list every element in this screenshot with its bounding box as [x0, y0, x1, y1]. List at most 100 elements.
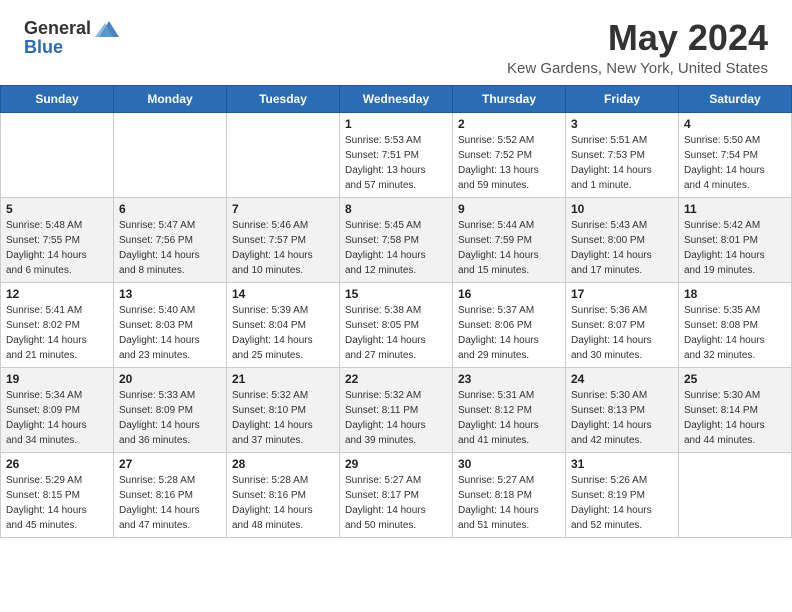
day-info: Sunrise: 5:29 AMSunset: 8:15 PMDaylight:…: [6, 473, 108, 533]
calendar-cell: 6 Sunrise: 5:47 AMSunset: 7:56 PMDaylight…: [114, 197, 227, 282]
calendar-week-5: 26 Sunrise: 5:29 AMSunset: 8:15 PMDayligh…: [1, 452, 792, 537]
calendar-cell: 22 Sunrise: 5:32 AMSunset: 8:11 PMDayligh…: [340, 367, 453, 452]
day-number: 31: [571, 457, 673, 471]
calendar-week-3: 12 Sunrise: 5:41 AMSunset: 8:02 PMDayligh…: [1, 282, 792, 367]
day-header-friday: Friday: [566, 85, 679, 112]
day-info: Sunrise: 5:47 AMSunset: 7:56 PMDaylight:…: [119, 218, 221, 278]
day-number: 8: [345, 202, 447, 216]
logo-icon: [95, 19, 119, 39]
day-info: Sunrise: 5:39 AMSunset: 8:04 PMDaylight:…: [232, 303, 334, 363]
day-number: 23: [458, 372, 560, 386]
calendar-cell: 17 Sunrise: 5:36 AMSunset: 8:07 PMDayligh…: [566, 282, 679, 367]
calendar-cell: 25 Sunrise: 5:30 AMSunset: 8:14 PMDayligh…: [679, 367, 792, 452]
calendar-table: SundayMondayTuesdayWednesdayThursdayFrid…: [0, 85, 792, 538]
day-info: Sunrise: 5:42 AMSunset: 8:01 PMDaylight:…: [684, 218, 786, 278]
calendar-cell: 5 Sunrise: 5:48 AMSunset: 7:55 PMDaylight…: [1, 197, 114, 282]
calendar-cell: 18Sunrise: 5:35 AMSunset: 8:08 PMDayligh…: [679, 282, 792, 367]
day-info: Sunrise: 5:32 AMSunset: 8:10 PMDaylight:…: [232, 388, 334, 448]
calendar-cell: 27Sunrise: 5:28 AMSunset: 8:16 PMDayligh…: [114, 452, 227, 537]
day-info: Sunrise: 5:43 AMSunset: 8:00 PMDaylight:…: [571, 218, 673, 278]
day-number: 12: [6, 287, 108, 301]
calendar-cell: 11Sunrise: 5:42 AMSunset: 8:01 PMDayligh…: [679, 197, 792, 282]
day-info: Sunrise: 5:46 AMSunset: 7:57 PMDaylight:…: [232, 218, 334, 278]
day-number: 2: [458, 117, 560, 131]
calendar-cell: 8 Sunrise: 5:45 AMSunset: 7:58 PMDaylight…: [340, 197, 453, 282]
day-info: Sunrise: 5:30 AMSunset: 8:13 PMDaylight:…: [571, 388, 673, 448]
day-info: Sunrise: 5:41 AMSunset: 8:02 PMDaylight:…: [6, 303, 108, 363]
calendar-cell: 15 Sunrise: 5:38 AMSunset: 8:05 PMDayligh…: [340, 282, 453, 367]
day-number: 25: [684, 372, 786, 386]
day-number: 15: [345, 287, 447, 301]
day-number: 1: [345, 117, 447, 131]
day-info: Sunrise: 5:52 AMSunset: 7:52 PMDaylight:…: [458, 133, 560, 193]
day-info: Sunrise: 5:53 AMSunset: 7:51 PMDaylight:…: [345, 133, 447, 193]
calendar-location: Kew Gardens, New York, United States: [507, 60, 768, 77]
day-header-saturday: Saturday: [679, 85, 792, 112]
day-number: 29: [345, 457, 447, 471]
day-number: 17: [571, 287, 673, 301]
calendar-title: May 2024: [507, 18, 768, 58]
calendar-cell: 2 Sunrise: 5:52 AMSunset: 7:52 PMDaylight…: [453, 112, 566, 197]
calendar-cell: 4Sunrise: 5:50 AMSunset: 7:54 PMDaylight…: [679, 112, 792, 197]
day-info: Sunrise: 5:48 AMSunset: 7:55 PMDaylight:…: [6, 218, 108, 278]
day-number: 16: [458, 287, 560, 301]
calendar-week-4: 19 Sunrise: 5:34 AMSunset: 8:09 PMDayligh…: [1, 367, 792, 452]
day-number: 10: [571, 202, 673, 216]
calendar-cell: 12 Sunrise: 5:41 AMSunset: 8:02 PMDayligh…: [1, 282, 114, 367]
calendar-cell: 30Sunrise: 5:27 AMSunset: 8:18 PMDayligh…: [453, 452, 566, 537]
day-number: 26: [6, 457, 108, 471]
logo-general-text: General: [24, 18, 91, 39]
logo-blue-text: Blue: [24, 37, 63, 58]
day-number: 6: [119, 202, 221, 216]
day-info: Sunrise: 5:38 AMSunset: 8:05 PMDaylight:…: [345, 303, 447, 363]
calendar-cell: 13 Sunrise: 5:40 AMSunset: 8:03 PMDayligh…: [114, 282, 227, 367]
day-info: Sunrise: 5:36 AMSunset: 8:07 PMDaylight:…: [571, 303, 673, 363]
calendar-cell: [1, 112, 114, 197]
day-number: 19: [6, 372, 108, 386]
calendar-cell: 29 Sunrise: 5:27 AMSunset: 8:17 PMDayligh…: [340, 452, 453, 537]
calendar-cell: 9Sunrise: 5:44 AMSunset: 7:59 PMDaylight…: [453, 197, 566, 282]
day-header-sunday: Sunday: [1, 85, 114, 112]
days-header-row: SundayMondayTuesdayWednesdayThursdayFrid…: [1, 85, 792, 112]
day-number: 18: [684, 287, 786, 301]
day-info: Sunrise: 5:37 AMSunset: 8:06 PMDaylight:…: [458, 303, 560, 363]
day-info: Sunrise: 5:31 AMSunset: 8:12 PMDaylight:…: [458, 388, 560, 448]
day-info: Sunrise: 5:45 AMSunset: 7:58 PMDaylight:…: [345, 218, 447, 278]
day-header-tuesday: Tuesday: [227, 85, 340, 112]
calendar-cell: 19 Sunrise: 5:34 AMSunset: 8:09 PMDayligh…: [1, 367, 114, 452]
day-info: Sunrise: 5:50 AMSunset: 7:54 PMDaylight:…: [684, 133, 786, 193]
calendar-cell: 16 Sunrise: 5:37 AMSunset: 8:06 PMDayligh…: [453, 282, 566, 367]
day-info: Sunrise: 5:28 AMSunset: 8:16 PMDaylight:…: [232, 473, 334, 533]
day-number: 13: [119, 287, 221, 301]
day-number: 5: [6, 202, 108, 216]
day-info: Sunrise: 5:27 AMSunset: 8:17 PMDaylight:…: [345, 473, 447, 533]
day-info: Sunrise: 5:40 AMSunset: 8:03 PMDaylight:…: [119, 303, 221, 363]
calendar-week-1: 1 Sunrise: 5:53 AMSunset: 7:51 PMDaylight…: [1, 112, 792, 197]
calendar-cell: 26 Sunrise: 5:29 AMSunset: 8:15 PMDayligh…: [1, 452, 114, 537]
day-number: 22: [345, 372, 447, 386]
day-info: Sunrise: 5:30 AMSunset: 8:14 PMDaylight:…: [684, 388, 786, 448]
day-info: Sunrise: 5:26 AMSunset: 8:19 PMDaylight:…: [571, 473, 673, 533]
day-info: Sunrise: 5:28 AMSunset: 8:16 PMDaylight:…: [119, 473, 221, 533]
calendar-cell: 28 Sunrise: 5:28 AMSunset: 8:16 PMDayligh…: [227, 452, 340, 537]
logo: General Blue: [24, 18, 119, 58]
day-header-thursday: Thursday: [453, 85, 566, 112]
title-block: May 2024 Kew Gardens, New York, United S…: [507, 18, 768, 77]
day-number: 21: [232, 372, 334, 386]
day-number: 28: [232, 457, 334, 471]
day-number: 24: [571, 372, 673, 386]
calendar-cell: 1 Sunrise: 5:53 AMSunset: 7:51 PMDaylight…: [340, 112, 453, 197]
day-info: Sunrise: 5:32 AMSunset: 8:11 PMDaylight:…: [345, 388, 447, 448]
calendar-cell: [227, 112, 340, 197]
calendar-cell: 7 Sunrise: 5:46 AMSunset: 7:57 PMDaylight…: [227, 197, 340, 282]
day-info: Sunrise: 5:33 AMSunset: 8:09 PMDaylight:…: [119, 388, 221, 448]
calendar-cell: 14Sunrise: 5:39 AMSunset: 8:04 PMDayligh…: [227, 282, 340, 367]
calendar-cell: 24 Sunrise: 5:30 AMSunset: 8:13 PMDayligh…: [566, 367, 679, 452]
day-info: Sunrise: 5:27 AMSunset: 8:18 PMDaylight:…: [458, 473, 560, 533]
day-info: Sunrise: 5:34 AMSunset: 8:09 PMDaylight:…: [6, 388, 108, 448]
page-header: General Blue May 2024 Kew Gardens, New Y…: [0, 0, 792, 85]
calendar-cell: 21 Sunrise: 5:32 AMSunset: 8:10 PMDayligh…: [227, 367, 340, 452]
day-number: 20: [119, 372, 221, 386]
day-number: 7: [232, 202, 334, 216]
day-header-wednesday: Wednesday: [340, 85, 453, 112]
